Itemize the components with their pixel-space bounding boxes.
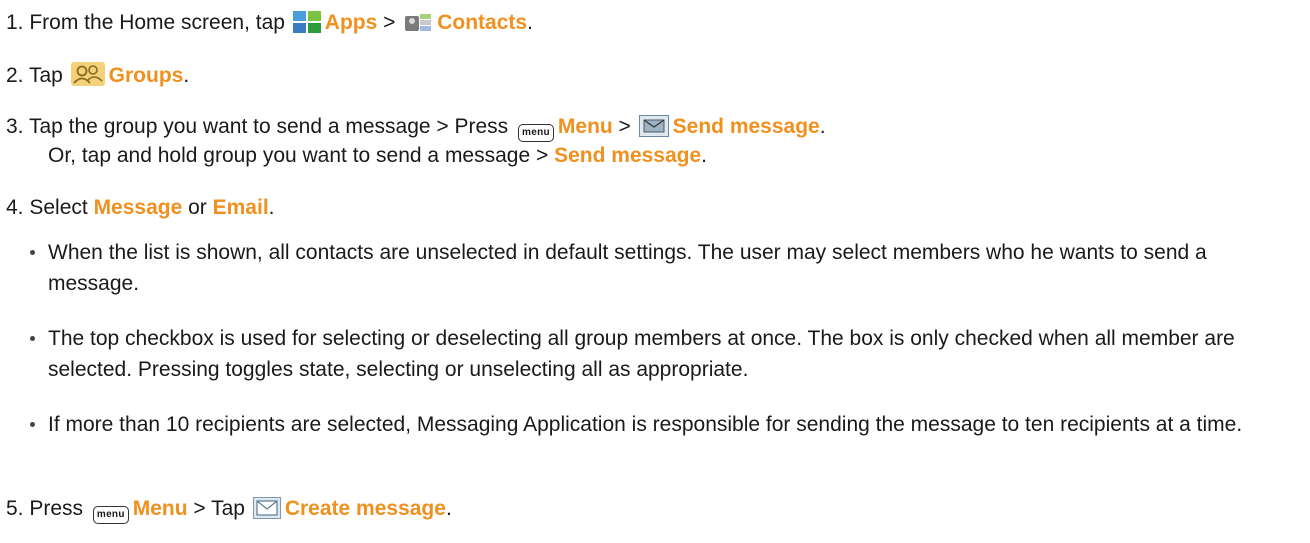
step-3-text: 3. Tap the group you want to send a mess… — [6, 115, 515, 138]
separator: > Tap — [187, 497, 251, 520]
step-4: 4. Select Message or Email. — [6, 195, 275, 221]
groups-label: Groups — [108, 64, 184, 87]
email-label: Email — [212, 196, 269, 219]
bullet-item: When the list is shown, all contacts are… — [48, 241, 1207, 295]
menu-label: Menu — [557, 115, 613, 138]
envelope-icon — [252, 497, 281, 526]
groups-icon — [70, 62, 105, 93]
menu-key-icon: menu — [92, 506, 129, 524]
create-message-label: Create message — [284, 497, 446, 520]
menu-label: Menu — [132, 497, 188, 520]
period: . — [445, 497, 452, 520]
step-3-alt-text: Or, tap and hold group you want to send … — [48, 144, 555, 167]
menu-key-icon: menu — [518, 124, 554, 142]
step-1: 1. From the Home screen, tap Apps > Cont… — [6, 10, 533, 40]
bullet-item: The top checkbox is used for selecting o… — [48, 327, 1235, 381]
step-3: 3. Tap the group you want to send a mess… — [6, 114, 826, 144]
step-1-text: 1. From the Home screen, tap — [6, 11, 291, 34]
contacts-icon — [403, 11, 433, 40]
bullet-marker — [30, 250, 35, 255]
separator: > — [377, 11, 402, 34]
step-3-alternative: Or, tap and hold group you want to send … — [48, 143, 707, 169]
instruction-document: 1. From the Home screen, tap Apps > Cont… — [0, 0, 1310, 543]
alt-send-message-label: Send message — [554, 144, 702, 167]
bullet-item: If more than 10 recipients are selected,… — [48, 413, 1243, 436]
or-text: or — [182, 196, 213, 219]
apps-label: Apps — [324, 11, 378, 34]
send-message-icon — [638, 115, 669, 144]
step-2: 2. Tap Groups. — [6, 62, 189, 93]
separator: > — [612, 115, 637, 138]
step-4-text: 4. Select — [6, 196, 94, 219]
step-5: 5. Press menu Menu > Tap Create message. — [6, 496, 452, 526]
period: . — [183, 64, 190, 87]
bullet-marker — [30, 336, 35, 341]
bullet-marker — [30, 422, 35, 427]
send-message-label: Send message — [672, 115, 820, 138]
period: . — [527, 11, 533, 34]
period: . — [819, 115, 826, 138]
apps-icon — [292, 11, 321, 40]
contacts-label: Contacts — [437, 11, 528, 34]
period: . — [268, 196, 275, 219]
message-label: Message — [93, 196, 183, 219]
period: . — [701, 144, 708, 167]
step-5-text: 5. Press — [6, 497, 89, 520]
step-2-text: 2. Tap — [6, 64, 69, 87]
